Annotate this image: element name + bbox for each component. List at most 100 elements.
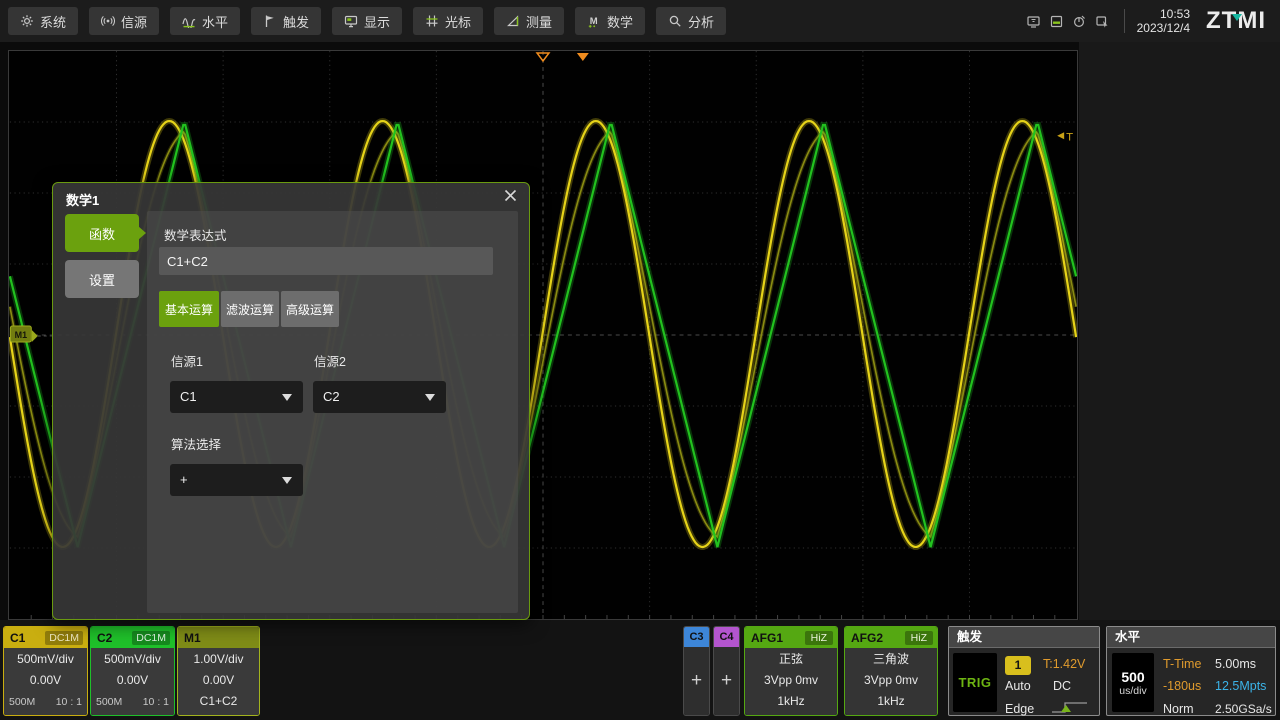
channel-c3-box[interactable]: C3 + <box>683 626 710 716</box>
sample-rate: 2.50GSa/s <box>1215 702 1272 716</box>
tab-filter-operation[interactable]: 滤波运算 <box>221 291 279 327</box>
delay-value[interactable]: -180us <box>1163 679 1201 693</box>
channel-c4-box[interactable]: C4 + <box>713 626 740 716</box>
menu-cursor[interactable]: 光标 <box>413 7 483 35</box>
m1-level-tag[interactable]: M1 <box>10 326 55 342</box>
rising-edge-icon <box>1049 699 1091 715</box>
source1-dropdown[interactable]: C1 <box>170 381 303 413</box>
afg2-waveform: 三角波 <box>845 649 937 670</box>
menu-horizontal[interactable]: 水平 <box>170 7 240 35</box>
afg1-waveform: 正弦 <box>745 649 837 670</box>
chevron-down-icon <box>282 477 292 484</box>
menu-label: 水平 <box>202 12 228 31</box>
storage-icon <box>1049 14 1064 29</box>
c2-bandwidth: 500M <box>96 691 122 713</box>
monitor-icon <box>344 14 358 28</box>
menu-source[interactable]: 信源 <box>89 7 159 35</box>
menu-measure[interactable]: 测量 <box>494 7 564 35</box>
c2-header: C2 DC1M <box>91 627 174 648</box>
afg1-box[interactable]: AFG1 HiZ 正弦 3Vpp 0mv 1kHz <box>744 626 838 716</box>
memory-depth[interactable]: 12.5Mpts <box>1215 679 1266 693</box>
afg1-id: AFG1 <box>751 631 783 645</box>
close-icon[interactable] <box>501 188 519 206</box>
c3-header: C3 <box>684 627 709 647</box>
menu-label: 数学 <box>607 12 633 31</box>
afg2-box[interactable]: AFG2 HiZ 三角波 3Vpp 0mv 1kHz <box>844 626 938 716</box>
status-icons <box>1026 14 1110 29</box>
m1-tag-label: M1 <box>15 330 27 340</box>
channel-c2-box[interactable]: C2 DC1M 500mV/div 0.00V 500M 10 : 1 <box>90 626 175 716</box>
trigger-panel[interactable]: 触发 TRIG 1 T:1.42V Auto DC Edge <box>948 626 1100 716</box>
logo-triangle <box>1232 14 1242 21</box>
trigger-mode[interactable]: Auto <box>1005 679 1031 693</box>
trigger-level-label: T <box>1066 132 1073 144</box>
c1-probe: 10 : 1 <box>56 691 82 713</box>
c3-add: + <box>684 647 709 715</box>
math-icon: M <box>587 14 601 28</box>
afg2-frequency: 1kHz <box>845 691 937 712</box>
menu-trigger[interactable]: 触发 <box>251 7 321 35</box>
tab-settings[interactable]: 设置 <box>65 260 139 298</box>
menu-analysis[interactable]: 分析 <box>656 7 726 35</box>
trigger-coupling[interactable]: DC <box>1053 679 1071 693</box>
c1-header: C1 DC1M <box>4 627 87 648</box>
menu-display[interactable]: 显示 <box>332 7 402 35</box>
channel-m1-box[interactable]: M1 1.00V/div 0.00V C1+C2 <box>177 626 260 716</box>
menu-label: 系统 <box>40 12 66 31</box>
t-time-value: 5.00ms <box>1215 657 1256 671</box>
acquisition-mode[interactable]: Norm <box>1163 702 1194 716</box>
c2-scale: 500mV/div <box>91 649 174 670</box>
c4-add: + <box>714 647 739 715</box>
menu-label: 触发 <box>283 12 309 31</box>
menu-label: 显示 <box>364 12 390 31</box>
tab-function[interactable]: 函数 <box>65 214 139 252</box>
menu-label: 分析 <box>688 12 714 31</box>
trigger-type[interactable]: Edge <box>1005 702 1034 716</box>
measure-triangle-icon <box>506 14 520 28</box>
horizontal-panel[interactable]: 水平 500 us/div T-Time 5.00ms -180us 12.5M… <box>1106 626 1276 716</box>
top-menu-bar: 系统 信源 水平 触发 显示 光标 测量 M 数学 <box>0 0 1280 42</box>
operator-dropdown[interactable]: + <box>170 464 303 496</box>
afg2-id: AFG2 <box>851 631 883 645</box>
timebase-box[interactable]: 500 us/div <box>1112 653 1154 712</box>
clock-date: 2023/12/4 <box>1137 21 1190 35</box>
trigger-status-box[interactable]: TRIG <box>953 653 997 712</box>
channel-c1-box[interactable]: C1 DC1M 500mV/div 0.00V 500M 10 : 1 <box>3 626 88 716</box>
horizontal-panel-title: 水平 <box>1107 627 1275 648</box>
trigger-level-value[interactable]: T:1.42V <box>1043 657 1085 671</box>
expression-input[interactable] <box>159 247 493 275</box>
afg2-impedance-badge: HiZ <box>905 631 933 645</box>
chevron-down-icon <box>425 394 435 401</box>
afg1-amplitude: 3Vpp 0mv <box>745 670 837 691</box>
menu-math[interactable]: M 数学 <box>575 7 645 35</box>
trigger-source-badge[interactable]: 1 <box>1005 656 1031 675</box>
timebase-value: 500 <box>1121 669 1144 685</box>
m1-source: C1+C2 <box>178 691 259 712</box>
tab-basic-operation[interactable]: 基本运算 <box>159 291 219 327</box>
wave-icon <box>182 14 196 28</box>
t-time-label: T-Time <box>1163 657 1201 671</box>
trigger-position-marker[interactable] <box>577 53 589 61</box>
menu-label: 信源 <box>121 12 147 31</box>
tab-advanced-operation[interactable]: 高级运算 <box>281 291 339 327</box>
gear-icon <box>20 14 34 28</box>
touch-icon <box>1095 14 1110 29</box>
mouse-icon <box>1072 14 1087 29</box>
source2-dropdown[interactable]: C2 <box>313 381 446 413</box>
flag-icon <box>263 14 277 28</box>
trigger-status: TRIG <box>958 675 991 690</box>
svg-text:M: M <box>590 16 598 27</box>
m1-header: M1 <box>178 627 259 648</box>
c2-probe: 10 : 1 <box>143 691 169 713</box>
magnifier-icon <box>668 14 682 28</box>
dialog-title: 数学1 <box>66 190 99 209</box>
expression-label: 数学表达式 <box>164 225 227 244</box>
math1-dialog: 数学1 函数 设置 数学表达式 基本运算 滤波运算 高级运算 信源1 信源2 <box>52 182 530 620</box>
clock-time: 10:53 <box>1137 7 1190 21</box>
timebase-unit: us/div <box>1119 685 1146 697</box>
right-side-panel <box>1079 42 1280 720</box>
brand-logo: ZTMI <box>1206 7 1266 35</box>
trigger-level-marker[interactable]: T <box>1057 132 1073 144</box>
menu-system[interactable]: 系统 <box>8 7 78 35</box>
clock: 10:53 2023/12/4 <box>1137 7 1190 35</box>
